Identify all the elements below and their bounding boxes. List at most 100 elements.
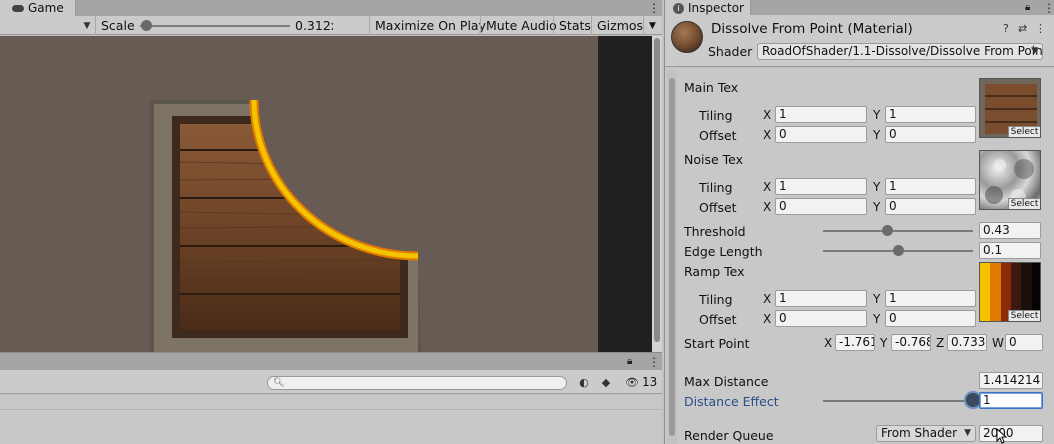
threshold-slider-track[interactable] bbox=[823, 230, 973, 232]
main-tex-tiling-x-axis: X bbox=[763, 108, 772, 122]
main-tex-offset-x-field[interactable]: 0 bbox=[775, 126, 867, 143]
scale-value: 0.312x bbox=[295, 18, 333, 33]
scale-slider-thumb[interactable] bbox=[140, 20, 152, 31]
noise-tex-select-button[interactable]: Select bbox=[1008, 198, 1040, 209]
noise-tex-offset-y-field[interactable]: 0 bbox=[885, 198, 976, 215]
max-distance-label: Max Distance bbox=[684, 374, 769, 389]
ramp-tex-tiling-label: Tiling bbox=[699, 292, 733, 307]
mute-audio-toggle[interactable]: Mute Audio bbox=[480, 16, 562, 35]
display-dropdown-icon[interactable]: ▼ bbox=[80, 19, 94, 33]
game-tab-bar: Game ⋮ bbox=[0, 0, 662, 16]
project-tab-bar: 🔒︎ ⋮ bbox=[0, 352, 662, 370]
gizmos-toggle[interactable]: Gizmos bbox=[591, 16, 648, 35]
ramp-tex-offset-x-field[interactable]: 0 bbox=[775, 310, 867, 327]
presets-icon[interactable]: ⇄ bbox=[1018, 22, 1027, 35]
main-tex-offset-x-axis: X bbox=[763, 128, 772, 142]
game-viewport[interactable] bbox=[0, 36, 598, 362]
start-point-w-field[interactable]: 0 bbox=[1005, 334, 1043, 351]
gamepad-icon bbox=[12, 4, 24, 12]
game-panel: Game ⋮ ▼ Scale 0.312x Maximize On Play M… bbox=[0, 0, 662, 444]
max-distance-field[interactable]: 1.414214 bbox=[979, 372, 1043, 389]
render-queue-mode: From Shader bbox=[881, 426, 958, 440]
shader-dropdown[interactable]: RoadOfShader/1.1-Dissolve/Dissolve From … bbox=[757, 43, 1043, 60]
noise-tex-tiling-label: Tiling bbox=[699, 180, 733, 195]
ramp-tex-offset-x-axis: X bbox=[763, 312, 772, 326]
ramp-tex-tiling-x-axis: X bbox=[763, 292, 772, 306]
ramp-tex-tiling-y-field[interactable]: 1 bbox=[885, 290, 976, 307]
hidden-packages-count: 13 bbox=[642, 375, 658, 389]
main-tex-offset-y-axis: Y bbox=[873, 128, 881, 142]
threshold-field[interactable]: 0.43 bbox=[979, 222, 1041, 239]
noise-tex-offset-label: Offset bbox=[699, 200, 737, 215]
game-scrollbar-thumb[interactable] bbox=[654, 38, 660, 342]
edge-length-slider-thumb[interactable] bbox=[892, 245, 904, 256]
project-menu-icon[interactable]: ⋮ bbox=[648, 356, 660, 368]
material-preview-icon bbox=[671, 21, 703, 53]
viewport-letterbox bbox=[598, 36, 652, 352]
gizmos-dropdown-icon[interactable]: ▼ bbox=[643, 16, 661, 35]
ramp-tex-tiling-y-axis: Y bbox=[873, 292, 881, 306]
filter-by-label-icon[interactable]: ◆ bbox=[598, 375, 614, 389]
lock-icon[interactable]: 🔒︎ bbox=[627, 356, 632, 368]
noise-tex-tiling-x-field[interactable]: 1 bbox=[775, 178, 867, 195]
main-tex-thumbnail[interactable]: Select bbox=[979, 78, 1041, 138]
chevron-down-icon: ▼ bbox=[1031, 46, 1038, 56]
game-toolbar: ▼ Scale 0.312x Maximize On Play Mute Aud… bbox=[0, 16, 662, 35]
game-menu-icon[interactable]: ⋮ bbox=[648, 2, 660, 14]
start-point-y-field[interactable]: -0.768 bbox=[891, 334, 931, 351]
main-tex-tiling-y-axis: Y bbox=[873, 108, 881, 122]
ramp-color-strip bbox=[990, 263, 1001, 321]
start-point-x-field[interactable]: -1.761 bbox=[835, 334, 875, 351]
main-tex-offset-y-field[interactable]: 0 bbox=[885, 126, 976, 143]
main-tex-tiling-y-field[interactable]: 1 bbox=[885, 106, 976, 123]
main-tex-select-button[interactable]: Select bbox=[1008, 126, 1040, 137]
stats-toggle[interactable]: Stats bbox=[553, 16, 596, 35]
maximize-label: Maximize On Play bbox=[375, 18, 486, 33]
ramp-tex-select-button[interactable]: Select bbox=[1008, 310, 1040, 321]
inspector-scrollbar-thumb[interactable] bbox=[669, 78, 675, 436]
gizmos-label: Gizmos bbox=[597, 18, 644, 33]
scale-slider-track[interactable] bbox=[140, 25, 290, 27]
filter-by-type-icon[interactable]: ◐ bbox=[576, 375, 592, 389]
noise-tex-tiling-y-field[interactable]: 1 bbox=[885, 178, 976, 195]
ramp-color-strip bbox=[980, 263, 991, 321]
distance-effect-field[interactable]: 1 bbox=[979, 392, 1043, 409]
ramp-tex-offset-y-field[interactable]: 0 bbox=[885, 310, 976, 327]
main-tex-tiling-x-field[interactable]: 1 bbox=[775, 106, 867, 123]
inspector-menu-icon[interactable]: ⋮ bbox=[1043, 2, 1054, 14]
inspector-tab-bar: i Inspector 🔒︎ ⋮ bbox=[665, 0, 1054, 16]
noise-tex-offset-y-axis: Y bbox=[873, 200, 881, 214]
search-icon: 🔍︎ bbox=[273, 378, 285, 388]
noise-tex-thumbnail[interactable]: Select bbox=[979, 150, 1041, 210]
maximize-on-play-toggle[interactable]: Maximize On Play bbox=[369, 16, 491, 35]
hidden-packages-icon[interactable]: 👁︎ bbox=[624, 375, 640, 389]
ramp-tex-tiling-x-field[interactable]: 1 bbox=[775, 290, 867, 307]
render-queue-field[interactable]: 2000 bbox=[979, 425, 1043, 442]
threshold-slider-thumb[interactable] bbox=[882, 225, 893, 236]
game-scrollbar[interactable] bbox=[652, 36, 662, 352]
project-search-input[interactable]: 🔍︎ bbox=[267, 376, 567, 390]
tab-game[interactable]: Game bbox=[0, 0, 76, 16]
component-menu-icon[interactable]: ⋮ bbox=[1035, 22, 1046, 35]
inspector-scrollbar[interactable] bbox=[667, 70, 677, 444]
start-point-z-axis: Z bbox=[936, 336, 945, 350]
help-icon[interactable]: ? bbox=[1003, 22, 1009, 35]
tab-inspector[interactable]: i Inspector bbox=[665, 0, 751, 16]
ramp-tex-thumbnail[interactable]: Select bbox=[979, 262, 1041, 322]
start-point-z-field[interactable]: 0.733 bbox=[947, 334, 987, 351]
shader-label: Shader bbox=[708, 44, 753, 59]
main-tex-offset-label: Offset bbox=[699, 128, 737, 143]
scale-label: Scale bbox=[101, 18, 135, 33]
distance-effect-slider-thumb[interactable] bbox=[966, 393, 980, 407]
edge-length-label: Edge Length bbox=[684, 244, 763, 259]
noise-tex-offset-x-field[interactable]: 0 bbox=[775, 198, 867, 215]
distance-effect-slider-track[interactable] bbox=[823, 400, 973, 402]
shader-value: RoadOfShader/1.1-Dissolve/Dissolve From … bbox=[762, 44, 1043, 58]
edge-length-field[interactable]: 0.1 bbox=[979, 242, 1041, 259]
ramp-tex-label: Ramp Tex bbox=[684, 264, 745, 279]
noise-tex-tiling-y-axis: Y bbox=[873, 180, 881, 194]
render-queue-mode-dropdown[interactable]: From Shader ▼ bbox=[876, 425, 976, 442]
inspector-lock-icon[interactable]: 🔒︎ bbox=[1025, 2, 1030, 14]
tab-game-label: Game bbox=[28, 1, 64, 15]
project-content bbox=[0, 395, 662, 444]
